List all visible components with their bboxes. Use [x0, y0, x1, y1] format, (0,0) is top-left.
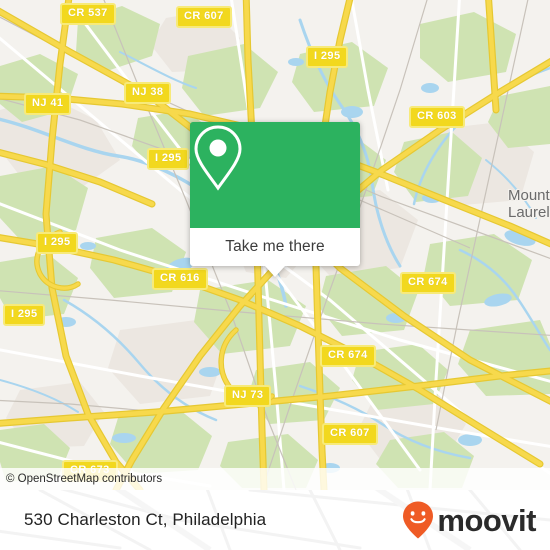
map-pin-icon [194, 125, 242, 191]
destination-popup[interactable]: Take me there [190, 122, 360, 277]
road-shield-i-295-d[interactable]: I 295 [3, 304, 46, 326]
road-shield-cr-674-a[interactable]: CR 674 [400, 272, 456, 294]
attribution-text: © OpenStreetMap contributors [6, 473, 163, 485]
road-shield-i-295-b[interactable]: I 295 [147, 148, 190, 170]
footer-bar: 530 Charleston Ct, Philadelphia moovit [0, 490, 550, 550]
road-shield-nj-73[interactable]: NJ 73 [224, 385, 272, 407]
road-shield-cr-537[interactable]: CR 537 [60, 3, 116, 25]
address-label: 530 Charleston Ct, Philadelphia [24, 510, 267, 529]
road-shield-cr-616[interactable]: CR 616 [152, 268, 208, 290]
moovit-logo: moovit [401, 500, 536, 540]
popup-pointer [265, 266, 285, 277]
map-canvas[interactable]: Mount Laurel CR 537 CR 607 I 295 NJ 41 N… [0, 0, 550, 490]
road-shield-nj-38[interactable]: NJ 38 [124, 82, 172, 104]
road-shield-cr-603[interactable]: CR 603 [409, 106, 465, 128]
road-shield-cr-607-b[interactable]: CR 607 [322, 423, 378, 445]
moovit-wordmark: moovit [437, 502, 536, 538]
moovit-map-screenshot: Mount Laurel CR 537 CR 607 I 295 NJ 41 N… [0, 0, 550, 550]
road-shield-cr-607[interactable]: CR 607 [176, 6, 232, 28]
place-label-line: Laurel [508, 203, 550, 221]
take-me-there-label: Take me there [225, 238, 325, 255]
road-shield-cr-674-b[interactable]: CR 674 [320, 345, 376, 367]
map-attribution: © OpenStreetMap contributors [0, 468, 550, 490]
place-label-mount-laurel: Mount Laurel [508, 187, 550, 222]
place-label-line: Mount [508, 187, 550, 204]
popup-header [190, 122, 360, 228]
moovit-smiley-pin-icon [403, 501, 434, 539]
road-shield-nj-41[interactable]: NJ 41 [24, 93, 72, 115]
popup-action[interactable]: Take me there [190, 228, 360, 277]
road-shield-i-295-c[interactable]: I 295 [36, 232, 79, 254]
road-shield-i-295-a[interactable]: I 295 [306, 46, 349, 68]
